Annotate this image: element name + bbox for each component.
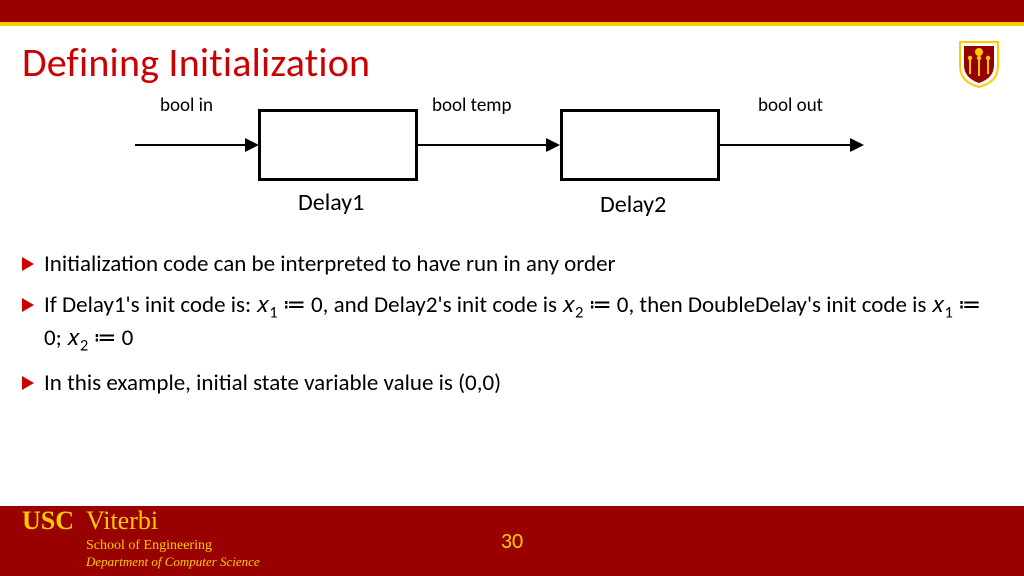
block-delay2 <box>560 109 720 181</box>
list-item: If Delay1's init code is: 𝑥1 ≔ 0, and De… <box>22 291 994 357</box>
arrowhead-mid-icon <box>546 138 560 152</box>
page-number: 30 <box>0 527 1024 554</box>
bullet-text: In this example, initial state variable … <box>44 369 501 398</box>
block-label-2: Delay2 <box>600 190 666 219</box>
wire-in <box>135 144 245 146</box>
triangle-bullet-icon <box>22 257 34 271</box>
list-item: Initialization code can be interpreted t… <box>22 250 994 279</box>
bullet-text: Initialization code can be interpreted t… <box>44 250 616 279</box>
top-red-bar <box>0 0 1024 22</box>
wire-out <box>720 144 850 146</box>
usc-shield-icon <box>958 40 1000 88</box>
arrowhead-out-icon <box>850 138 864 152</box>
slide-title: Defining Initialization <box>22 38 370 87</box>
wire-mid <box>418 144 546 146</box>
triangle-bullet-icon <box>22 298 34 312</box>
footer: USC Viterbi School of Engineering Depart… <box>0 506 1024 576</box>
bullet-list: Initialization code can be interpreted t… <box>22 250 994 410</box>
signal-label-out: bool out <box>758 94 823 117</box>
slide: Defining Initialization bool in bool te <box>0 0 1024 576</box>
arrowhead-in-icon <box>245 138 259 152</box>
block-label-1: Delay1 <box>298 188 364 217</box>
block-diagram: bool in bool temp bool out Delay1 Delay2 <box>0 94 1024 234</box>
footer-department: Department of Computer Science <box>86 554 260 570</box>
block-delay1 <box>258 109 418 181</box>
bullet-text: If Delay1's init code is: 𝑥1 ≔ 0, and De… <box>44 291 994 357</box>
list-item: In this example, initial state variable … <box>22 369 994 398</box>
triangle-bullet-icon <box>22 376 34 390</box>
signal-label-mid: bool temp <box>432 94 511 117</box>
signal-label-in: bool in <box>160 94 213 117</box>
gold-strip <box>0 22 1024 26</box>
